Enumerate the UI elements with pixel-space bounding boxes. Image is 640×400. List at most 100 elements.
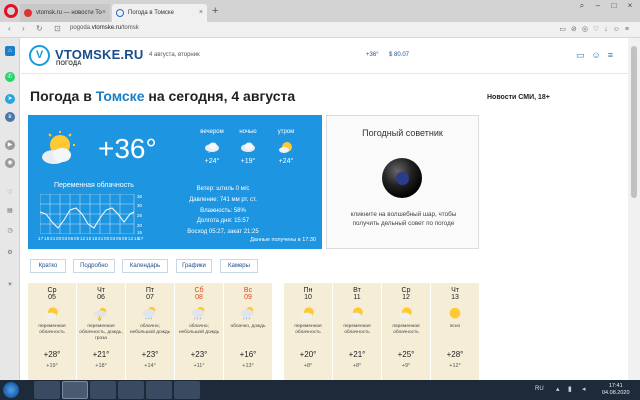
view-button[interactable]: Подробно xyxy=(73,259,115,273)
whatsapp-icon[interactable]: ✆ xyxy=(5,72,15,82)
forecast-high: +28° xyxy=(43,350,61,359)
view-button[interactable]: Камеры xyxy=(220,259,258,273)
header-usd-rate[interactable]: $ 80.07 xyxy=(389,52,409,58)
forecast-description: облачно; небольшой дождь xyxy=(129,324,171,335)
snapshot-icon[interactable]: ◎ xyxy=(582,26,593,33)
reload-icon[interactable]: ↻ xyxy=(36,24,43,33)
forecast-day-card[interactable]: Пт 07 облачно; небольшой дождь +23° +14° xyxy=(126,283,174,380)
close-window-icon[interactable]: × xyxy=(622,1,638,10)
forecast-day-card[interactable]: Чт 06 переменная облачность, дождь, гроза +… xyxy=(77,283,125,380)
chart-hour-label: 06 xyxy=(68,236,74,241)
language-indicator[interactable]: RU xyxy=(535,386,544,392)
scrollbar-thumb[interactable] xyxy=(631,46,637,198)
close-tab-icon[interactable]: × xyxy=(102,4,106,22)
taskbar-app-icon[interactable] xyxy=(34,381,60,399)
chart-hour-label: 18 xyxy=(44,236,50,241)
view-button[interactable]: Графики xyxy=(176,259,212,273)
forecast-day-card[interactable]: Пн 10 переменная облачность +20° +8° xyxy=(284,283,332,380)
heart-icon[interactable]: ♡ xyxy=(593,26,604,33)
forecast-description: ясно xyxy=(449,324,461,329)
history-icon[interactable]: ▤ xyxy=(5,206,15,216)
forecast-weekday: Вс xyxy=(243,287,253,294)
current-condition: Переменная облачность xyxy=(54,182,134,189)
taskbar-app-icon[interactable] xyxy=(174,381,200,399)
player-icon[interactable]: ▶ xyxy=(5,140,15,150)
new-tab-button[interactable]: + xyxy=(212,5,218,17)
taskbar-explorer-icon[interactable] xyxy=(118,381,144,399)
forecast-description: переменная облачность xyxy=(38,324,66,335)
taskbar-app-icon[interactable] xyxy=(146,381,172,399)
forecast-low: +8° xyxy=(303,363,313,369)
chart-hour-label: 21 xyxy=(50,236,56,241)
forecast-low: +8° xyxy=(352,363,362,369)
maximize-icon[interactable]: □ xyxy=(606,1,622,10)
header-temperature[interactable]: +36° xyxy=(366,52,379,58)
view-button[interactable]: Кратко xyxy=(30,259,66,273)
partly-cloudy-icon xyxy=(279,142,292,153)
bookmarks-icon[interactable]: ♡ xyxy=(5,188,15,198)
start-button[interactable] xyxy=(3,382,19,398)
opera-menu-icon[interactable] xyxy=(4,4,18,18)
snapshot-icon[interactable]: ◉ xyxy=(5,158,15,168)
magic-ball-icon[interactable] xyxy=(382,158,422,198)
system-clock[interactable]: 17:41 04.08.2020 xyxy=(602,383,630,397)
video-icon[interactable]: ▭ xyxy=(576,50,592,60)
profile-icon[interactable]: ☺ xyxy=(613,26,625,33)
download-icon[interactable]: ↓ xyxy=(604,26,613,33)
svg-text:36: 36 xyxy=(137,194,143,199)
view-button[interactable]: Календарь xyxy=(122,259,168,273)
logo-subtitle: ПОГОДА xyxy=(56,61,82,67)
forecast-day-card[interactable]: Ср 05 переменная облачность +28° +19° xyxy=(28,283,76,380)
close-tab-icon[interactable]: × xyxy=(199,4,203,22)
tab-weather[interactable]: Погода в Томске × xyxy=(112,4,207,22)
period-temp: +24° xyxy=(278,158,294,165)
taskbar-chrome-icon[interactable] xyxy=(90,381,116,399)
forward-icon[interactable]: › xyxy=(22,24,25,33)
url-field[interactable]: pogoda.vtomske.ru/tomsk xyxy=(70,25,139,31)
telegram-icon[interactable]: ➤ xyxy=(5,94,15,104)
period-temp: +19° xyxy=(240,158,256,165)
adblock-icon[interactable]: ⊘ xyxy=(571,26,582,33)
speed-dial-icon[interactable]: ⌂ xyxy=(5,46,15,56)
clock-icon[interactable]: ◷ xyxy=(5,226,15,236)
forecast-day-card[interactable]: Вс 09 облачно, дождь +16° +13° xyxy=(224,283,272,380)
title-city-link[interactable]: Томске xyxy=(96,88,145,104)
address-bar-icons: ▭⊘◎♡↓☺≡ xyxy=(559,25,634,33)
vpn-icon[interactable]: ▭ xyxy=(559,26,571,33)
tips-icon[interactable]: ☀ xyxy=(5,280,15,290)
volume-icon[interactable]: ◂ xyxy=(582,385,586,393)
temperature-mini-chart[interactable]: 36 30 25 20 15 xyxy=(40,194,150,234)
forecast-date: 08 xyxy=(195,294,203,301)
back-icon[interactable]: ‹ xyxy=(8,24,11,33)
minimize-icon[interactable]: – xyxy=(590,1,606,10)
page-scrollbar[interactable] xyxy=(628,38,640,380)
settings-icon[interactable]: ⚙ xyxy=(5,248,15,258)
chart-hour-label: 09 xyxy=(74,236,80,241)
forecast-day-card[interactable]: Чт 13 ясно +28° +12° xyxy=(431,283,479,380)
forecast-high: +28° xyxy=(446,350,464,359)
chart-hour-label: 00 xyxy=(104,236,110,241)
forecast-weekday: Пн xyxy=(303,287,313,294)
current-weather-panel: +36° вечером +24° ночью +19° утром +24° … xyxy=(28,115,322,249)
forecast-day-card[interactable]: Ср 12 переменная облачность +25° +9° xyxy=(382,283,430,380)
forecast-weekday: Чт xyxy=(451,287,459,294)
period-temp: +24° xyxy=(204,158,220,165)
vk-icon[interactable]: в xyxy=(5,112,15,122)
url-domain: vtomske.ru xyxy=(91,25,122,31)
hamburger-menu-icon[interactable]: ≡ xyxy=(608,50,620,60)
logo-text[interactable]: VTOMSKE.RU xyxy=(55,47,143,62)
forecast-high: +23° xyxy=(141,350,159,359)
logo-icon[interactable]: V xyxy=(29,45,50,66)
tab-vtomsk-news[interactable]: vtomsk.ru — новости То × xyxy=(20,4,110,22)
forecast-date: 05 xyxy=(48,294,56,301)
forecast-day-card[interactable]: Вт 11 переменная облачность +21° +8° xyxy=(333,283,381,380)
user-icon[interactable]: ☺ xyxy=(592,50,608,60)
forecast-day-card[interactable]: Сб 08 облачно; небольшой дождь +23° +11° xyxy=(175,283,223,380)
forecast-high: +21° xyxy=(92,350,110,359)
chart-hour-label: 06 xyxy=(116,236,122,241)
menu-icon[interactable]: ≡ xyxy=(625,26,634,33)
tray-arrow-icon[interactable]: ▴ xyxy=(556,385,560,393)
network-icon[interactable]: ▮ xyxy=(568,385,572,393)
taskbar-opera-icon[interactable] xyxy=(62,381,88,399)
tab-search-icon[interactable]: ⌕ xyxy=(574,1,590,11)
